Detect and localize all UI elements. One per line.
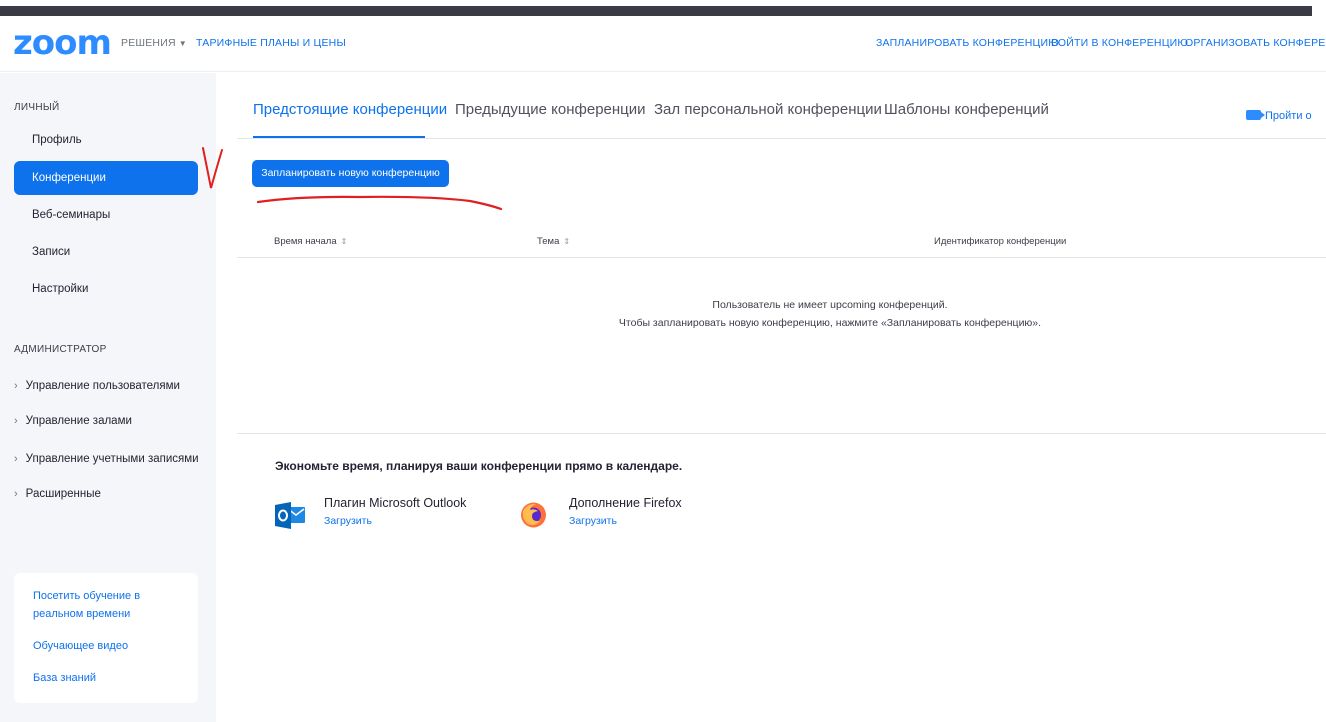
sidebar-admin-label: Управление пользователями [25,380,180,392]
sidebar-item-meetings[interactable]: Конференции [14,161,198,195]
knowledge-base-link[interactable]: База знаний [33,669,96,687]
help-box: Посетить обучение в реальном времени Обу… [14,573,198,703]
nav-solutions-label: РЕШЕНИЯ [121,37,176,49]
nav-solutions[interactable]: РЕШЕНИЯ ▼ [121,37,187,49]
join-meeting-link[interactable]: Пройти о [1246,110,1312,122]
plugin-name: Дополнение Firefox [569,496,682,510]
sort-icon: ⇕ [563,237,571,246]
column-topic[interactable]: Тема ⇕ [537,236,570,247]
tabs-divider [237,138,1326,139]
meetings-table-header: Время начала ⇕ Тема ⇕ Идентификатор конфер… [237,227,1326,258]
join-meeting-label: Пройти о [1265,110,1312,122]
column-meeting-id: Идентификатор конференции [934,236,1067,247]
live-training-link[interactable]: Посетить обучение в реальном времени [33,587,193,623]
sidebar-admin-label: Расширенные [25,488,101,500]
top-header: zoom РЕШЕНИЯ ▼ ТАРИФНЫЕ ПЛАНЫ И ЦЕНЫ ЗАПЛ… [0,16,1326,72]
column-label: Тема [537,236,560,247]
chevron-right-icon: › [14,453,18,465]
sidebar-item-webinars[interactable]: Веб-семинары [14,198,198,232]
video-tutorials-link[interactable]: Обучающее видео [33,637,128,655]
tab-previous[interactable]: Предыдущие конференции [455,101,646,118]
sidebar-admin-room-management[interactable]: › Управление залами [14,415,132,427]
empty-state-line-2: Чтобы запланировать новую конференцию, н… [618,317,1042,329]
sidebar-admin-account-management[interactable]: › Управление учетными записями [14,453,199,465]
calendar-promo-title: Экономьте время, планируя ваши конференц… [275,459,683,473]
caret-down-icon: ▼ [178,39,187,48]
sidebar-section-personal: ЛИЧНЫЙ [14,102,60,113]
tab-upcoming[interactable]: Предстоящие конференции [253,101,447,118]
sidebar-admin-label: Управление залами [25,415,132,427]
sidebar-item-settings[interactable]: Настройки [14,272,198,306]
sidebar-admin-label: Управление учетными записями [25,453,199,465]
schedule-new-meeting-button[interactable]: Запланировать новую конференцию [252,160,449,187]
outlook-icon [275,502,305,529]
tab-templates[interactable]: Шаблоны конференций [884,101,1049,118]
sort-icon: ⇕ [340,237,348,246]
chevron-right-icon: › [14,488,18,500]
chevron-right-icon: › [14,380,18,392]
outlook-download-link[interactable]: Загрузить [324,515,372,527]
sidebar-admin-user-management[interactable]: › Управление пользователями [14,380,180,392]
underline-annotation [256,195,503,211]
window-top-bar [0,6,1312,16]
column-start-time[interactable]: Время начала ⇕ [274,236,347,247]
plugin-name: Плагин Microsoft Outlook [324,496,467,510]
chevron-right-icon: › [14,415,18,427]
tab-personal-room[interactable]: Зал персональной конференции [654,101,882,118]
video-camera-icon [1246,110,1265,120]
nav-host-meeting[interactable]: ОРГАНИЗОВАТЬ КОНФЕРЕНЦ [1185,37,1326,49]
empty-state-message: Пользователь не имеет upcoming конференц… [530,296,1130,332]
section-divider [237,433,1326,434]
sidebar-admin-advanced[interactable]: › Расширенные [14,488,101,500]
sidebar: ЛИЧНЫЙ Профиль Конференции Веб-семинары … [0,73,216,722]
column-label: Время начала [274,236,337,247]
firefox-icon [521,502,546,528]
nav-schedule-meeting[interactable]: ЗАПЛАНИРОВАТЬ КОНФЕРЕНЦИЮ [876,37,1059,49]
empty-state-line-1: Пользователь не имеет upcoming конференц… [712,299,948,311]
nav-join-meeting[interactable]: ВОЙТИ В КОНФЕРЕНЦИЮ [1051,37,1188,49]
firefox-download-link[interactable]: Загрузить [569,515,617,527]
nav-pricing[interactable]: ТАРИФНЫЕ ПЛАНЫ И ЦЕНЫ [196,37,346,49]
sidebar-section-admin: АДМИНИСТРАТОР [14,344,107,355]
sidebar-item-recordings[interactable]: Записи [14,235,198,269]
sidebar-item-profile[interactable]: Профиль [14,123,198,157]
zoom-logo[interactable]: zoom [13,26,112,60]
